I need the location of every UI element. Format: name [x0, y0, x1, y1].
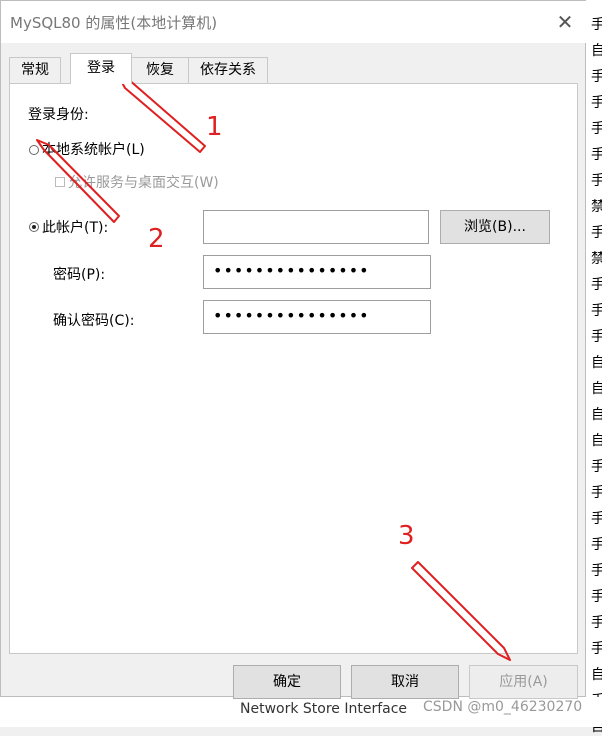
watermark: CSDN @m0_46230270	[423, 699, 583, 715]
annotation-3: 3	[398, 521, 415, 551]
tab-logon[interactable]: 登录	[70, 53, 132, 84]
annotation-arrows	[36, 74, 511, 661]
annotation-2: 2	[148, 224, 165, 254]
arrow-1	[117, 74, 206, 153]
annotation-1: 1	[206, 112, 223, 142]
arrow-2	[36, 139, 120, 223]
arrow-3	[411, 561, 511, 661]
